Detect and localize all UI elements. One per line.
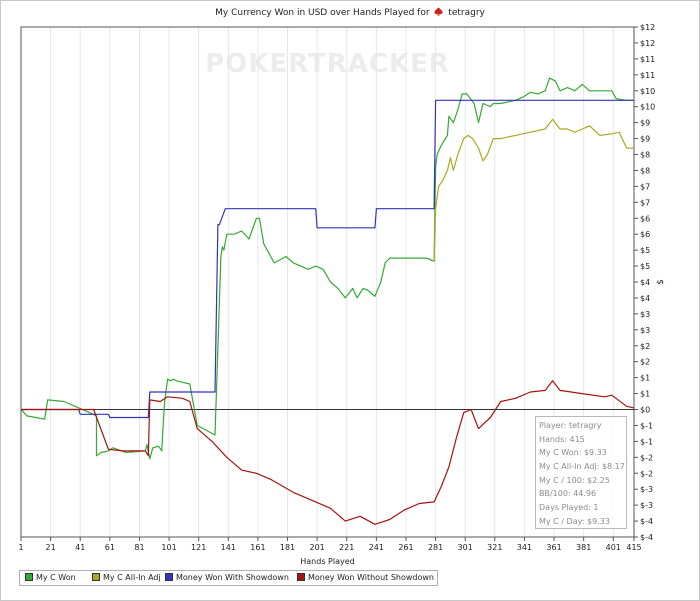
y-tick-label: $12 bbox=[640, 39, 655, 48]
x-tick-label: 81 bbox=[134, 543, 144, 552]
x-tick-label: 281 bbox=[428, 543, 443, 552]
y-tick-label: $10 bbox=[640, 87, 655, 96]
y-tick-label: $3 bbox=[640, 310, 650, 319]
x-tick-label: 21 bbox=[46, 543, 56, 552]
y-tick-label: $10 bbox=[640, 103, 655, 112]
x-tick-label: 181 bbox=[280, 543, 295, 552]
stat-perday: My C / Day: $9.33 bbox=[539, 516, 610, 526]
x-tick-label: 161 bbox=[250, 543, 265, 552]
series-line-2 bbox=[21, 99, 634, 419]
y-tick-label: $7 bbox=[640, 182, 650, 191]
y-tick-label: $2 bbox=[640, 358, 650, 367]
y-tick-label: $7 bbox=[640, 198, 650, 207]
y-tick-label: $6 bbox=[640, 214, 650, 223]
y-tick-label: $11 bbox=[640, 55, 655, 64]
y-tick-label: $5 bbox=[640, 246, 650, 255]
legend-item-all-in-adj: My C All-In Adj bbox=[92, 573, 161, 583]
x-tick-label: 221 bbox=[339, 543, 354, 552]
stat-player: Player: tetragry bbox=[539, 421, 602, 430]
y-tick-label: $-2 bbox=[640, 469, 653, 478]
y-tick-label: $9 bbox=[640, 135, 650, 144]
x-tick-label: 141 bbox=[221, 543, 236, 552]
y-axis-label: $ bbox=[656, 279, 666, 285]
x-tick-label: 241 bbox=[369, 543, 384, 552]
x-tick-label: 401 bbox=[606, 543, 621, 552]
stat-days: Days Played: 1 bbox=[539, 503, 599, 513]
legend-swatch bbox=[92, 573, 100, 581]
legend-label: My C Won bbox=[36, 573, 76, 582]
y-tick-label: $-1 bbox=[640, 437, 653, 446]
y-tick-label: $-3 bbox=[640, 485, 653, 494]
x-tick-label: 261 bbox=[398, 543, 413, 552]
y-tick-label: $4 bbox=[640, 278, 650, 287]
x-tick-label: 321 bbox=[487, 543, 502, 552]
x-axis-label: Hands Played bbox=[300, 557, 354, 566]
y-tick-label: $0 bbox=[640, 406, 650, 415]
legend-item-with-showdown: Money Won With Showdown bbox=[165, 573, 289, 583]
y-tick-label: $3 bbox=[640, 326, 650, 335]
legend-swatch bbox=[165, 573, 173, 581]
legend-item-without-showdown: Money Won Without Showdown bbox=[297, 573, 434, 583]
legend-item-my-c-won: My C Won bbox=[25, 573, 76, 583]
y-tick-label: $11 bbox=[640, 71, 655, 80]
y-tick-label: $8 bbox=[640, 151, 650, 160]
y-tick-label: $9 bbox=[640, 119, 650, 128]
stat-bb100: BB/100: 44.96 bbox=[539, 489, 597, 499]
stat-allin: My C All-In Adj: $8.17 bbox=[539, 462, 625, 472]
stat-won: My C Won: $9.33 bbox=[539, 448, 607, 458]
legend-swatch bbox=[297, 573, 305, 581]
x-tick-label: 61 bbox=[105, 543, 115, 552]
x-tick-label: 361 bbox=[546, 543, 561, 552]
x-tick-label: 301 bbox=[458, 543, 473, 552]
x-tick-label: 381 bbox=[576, 543, 591, 552]
y-tick-label: $1 bbox=[640, 390, 650, 399]
x-tick-label: 341 bbox=[517, 543, 532, 552]
legend-label: My C All-In Adj bbox=[103, 573, 161, 582]
x-tick-label: 201 bbox=[309, 543, 324, 552]
watermark-text: POKERTRACKER bbox=[205, 49, 450, 79]
x-tick-label: 41 bbox=[75, 543, 85, 552]
y-tick-label: $4 bbox=[640, 294, 650, 303]
x-tick-label: 121 bbox=[191, 543, 206, 552]
y-tick-label: $5 bbox=[640, 262, 650, 271]
y-tick-label: $8 bbox=[640, 166, 650, 175]
y-tick-label: $-3 bbox=[640, 501, 653, 510]
chart-legend: My C Won My C All-In Adj Money Won With … bbox=[19, 570, 438, 586]
y-tick-label: $-4 bbox=[640, 533, 653, 542]
y-tick-label: $-2 bbox=[640, 453, 653, 462]
stat-hands: Hands: 415 bbox=[539, 434, 585, 444]
y-tick-label: $6 bbox=[640, 230, 650, 239]
x-tick-label: 415 bbox=[626, 543, 641, 552]
legend-label: Money Won Without Showdown bbox=[308, 573, 434, 582]
y-tick-label: $1 bbox=[640, 374, 650, 383]
y-tick-label: $-4 bbox=[640, 517, 653, 526]
stat-per100: My C / 100: $2.25 bbox=[539, 475, 610, 485]
y-tick-label: $12 bbox=[640, 23, 655, 32]
stats-box: Player: tetragry Hands: 415 My C Won: $9… bbox=[535, 416, 627, 529]
series-line-1 bbox=[433, 118, 634, 262]
x-tick-label: 1 bbox=[18, 543, 23, 552]
y-tick-label: $-1 bbox=[640, 421, 653, 430]
legend-label: Money Won With Showdown bbox=[176, 573, 289, 582]
series-line-0 bbox=[20, 77, 634, 460]
y-tick-label: $2 bbox=[640, 342, 650, 351]
legend-swatch bbox=[25, 573, 33, 581]
x-tick-label: 101 bbox=[161, 543, 176, 552]
